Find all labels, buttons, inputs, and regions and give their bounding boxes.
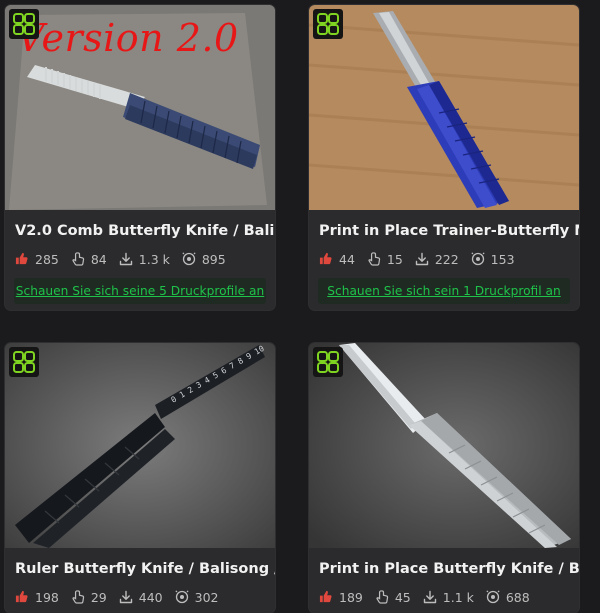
thumbnail-image: 0 1 2 3 4 5 6 7 8 9 10 <box>5 343 275 548</box>
boost-icon <box>174 590 189 604</box>
thumbs-up-icon <box>319 590 332 603</box>
download-icon <box>423 590 436 604</box>
downloads-count: 222 <box>434 251 459 267</box>
boosts-stat: 302 <box>174 589 219 605</box>
prints-count: 15 <box>386 251 403 267</box>
boosts-count: 688 <box>505 589 530 605</box>
likes-count: 198 <box>35 589 59 605</box>
thumbs-up-icon <box>319 252 332 265</box>
prints-stat: 29 <box>71 590 107 605</box>
bambu-logo-icon <box>313 347 343 377</box>
boosts-count: 153 <box>490 251 515 267</box>
print-hand-icon <box>376 590 388 604</box>
likes-count: 189 <box>339 589 363 605</box>
model-card[interactable]: Print in Place Butterfly Knife / Bal... … <box>309 343 579 613</box>
likes-count: 285 <box>35 251 59 267</box>
thumbnail-image <box>309 343 579 548</box>
model-stats: 44 15 222 153 <box>309 241 579 267</box>
likes-stat: 44 <box>319 252 355 267</box>
prints-stat: 45 <box>375 590 411 605</box>
model-title[interactable]: Print in Place Trainer-Butterfly M... <box>309 210 579 241</box>
print-profiles-link[interactable]: Schauen Sie sich sein 1 Druckprofil an <box>318 278 570 304</box>
prints-stat: 84 <box>71 252 107 267</box>
print-hand-icon <box>72 590 84 604</box>
prints-count: 29 <box>90 589 107 605</box>
boosts-stat: 895 <box>182 252 226 267</box>
print-hand-icon <box>72 252 84 266</box>
model-title[interactable]: V2.0 Comb Butterfly Knife / Baliso... <box>5 210 275 241</box>
boosts-stat: 153 <box>470 251 515 267</box>
print-hand-icon <box>368 252 381 266</box>
model-title[interactable]: Print in Place Butterfly Knife / Bal... <box>309 548 579 579</box>
likes-stat: 198 <box>15 590 59 605</box>
bambu-logo-icon <box>9 347 39 377</box>
model-thumbnail[interactable]: 0 1 2 3 4 5 6 7 8 9 10 <box>5 343 275 548</box>
model-thumbnail[interactable]: Version 2.0 <box>5 5 275 210</box>
model-stats: 189 45 1.1 k 688 <box>309 579 579 605</box>
downloads-stat: 1.3 k <box>119 252 170 267</box>
downloads-count: 440 <box>138 589 163 605</box>
download-icon <box>119 252 132 266</box>
downloads-stat: 1.1 k <box>423 590 474 605</box>
bambu-logo-icon <box>9 9 39 39</box>
likes-stat: 189 <box>319 590 363 605</box>
boost-icon <box>182 252 196 266</box>
model-stats: 285 84 1.3 k 895 <box>5 241 275 267</box>
bambu-logo-icon <box>313 9 343 39</box>
likes-stat: 285 <box>15 252 59 267</box>
downloads-count: 1.3 k <box>138 251 170 267</box>
prints-stat: 15 <box>367 252 403 267</box>
thumbs-up-icon <box>15 252 28 265</box>
prints-count: 84 <box>90 251 107 267</box>
thumbs-up-icon <box>15 590 28 603</box>
model-thumbnail[interactable] <box>309 343 579 548</box>
downloads-stat: 440 <box>119 590 163 605</box>
version-overlay-text: Version 2.0 <box>17 16 239 60</box>
model-card[interactable]: Version 2.0 V2.0 Comb Butterfly Knife / … <box>5 5 275 310</box>
model-title[interactable]: Ruler Butterfly Knife / Balisong / L... <box>5 548 275 579</box>
boosts-stat: 688 <box>486 590 530 605</box>
boosts-count: 302 <box>194 589 219 605</box>
model-stats: 198 29 440 302 <box>5 579 275 605</box>
model-card[interactable]: 0 1 2 3 4 5 6 7 8 9 10 Ruler Butterfly K… <box>5 343 275 613</box>
prints-count: 45 <box>394 589 411 605</box>
boosts-count: 895 <box>201 251 226 267</box>
download-icon <box>415 252 429 266</box>
model-card[interactable]: Print in Place Trainer-Butterfly M... 44… <box>309 5 579 310</box>
boost-icon <box>486 590 500 604</box>
likes-count: 44 <box>339 251 355 267</box>
thumbnail-image <box>309 5 579 210</box>
downloads-count: 1.1 k <box>442 589 474 605</box>
print-profiles-link[interactable]: Schauen Sie sich seine 5 Druckprofile an <box>14 278 266 304</box>
boost-icon <box>470 252 485 266</box>
downloads-stat: 222 <box>415 252 459 267</box>
download-icon <box>119 590 132 604</box>
model-thumbnail[interactable] <box>309 5 579 210</box>
